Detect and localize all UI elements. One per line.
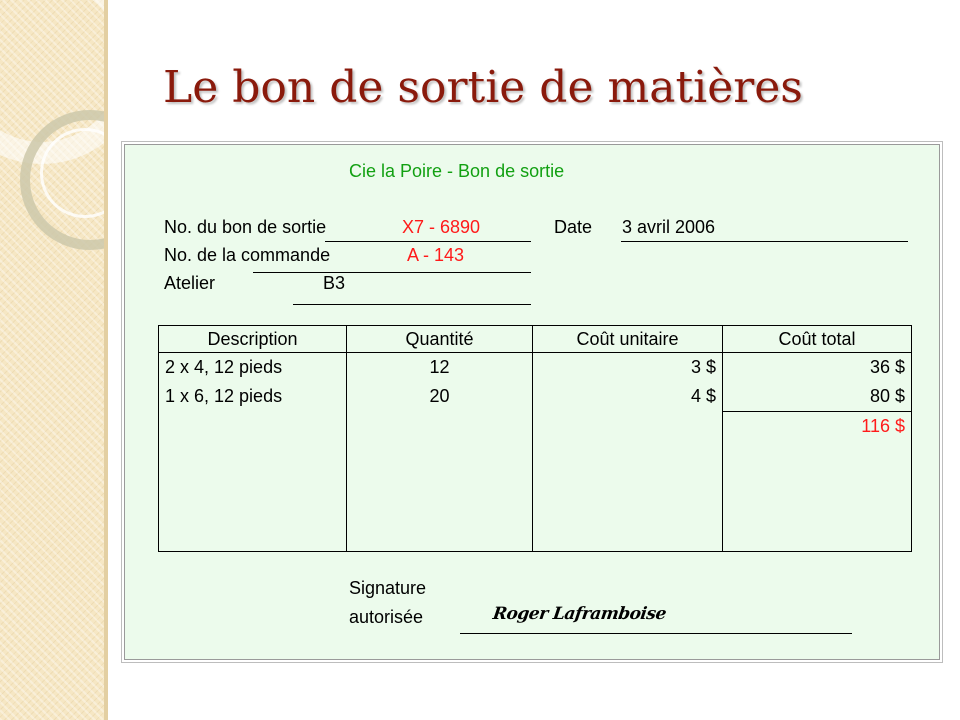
column-header-cout-total: Coût total bbox=[722, 325, 912, 353]
cell-cout-unitaire: 4 $ bbox=[532, 382, 723, 412]
atelier-underline bbox=[293, 304, 531, 305]
signature-underline bbox=[460, 633, 852, 634]
table-row: 2 x 4, 12 pieds 12 3 $ 36 $ bbox=[158, 352, 912, 382]
bon-number-label: No. du bon de sortie bbox=[164, 217, 327, 237]
slide-title: Le bon de sortie de matières bbox=[163, 62, 803, 113]
cell-cout-total: 36 $ bbox=[722, 352, 912, 382]
bon-number-value: X7 - 6890 bbox=[402, 217, 481, 237]
cell-total-sum: 116 $ bbox=[722, 411, 912, 441]
signature-label-line-1: Signature bbox=[349, 578, 427, 598]
cell-cout-total: 80 $ bbox=[722, 382, 912, 412]
date-value: 3 avril 2006 bbox=[622, 217, 716, 237]
atelier-value: B3 bbox=[323, 273, 346, 293]
form-heading: Cie la Poire - Bon de sortie bbox=[349, 161, 565, 181]
table-row-empty bbox=[158, 441, 912, 552]
cell-description: 2 x 4, 12 pieds bbox=[158, 352, 347, 382]
requisition-form: Cie la Poire - Bon de sortie No. du bon … bbox=[124, 144, 940, 660]
table-row: 116 $ bbox=[158, 411, 912, 441]
table-header-row: Description Quantité Coût unitaire Coût … bbox=[158, 325, 912, 353]
date-underline bbox=[621, 241, 908, 242]
table-row: 1 x 6, 12 pieds 20 4 $ 80 $ bbox=[158, 382, 912, 412]
cell-quantite: 12 bbox=[346, 352, 533, 382]
signature-label-line-2: autorisée bbox=[349, 607, 424, 627]
column-header-description: Description bbox=[158, 325, 347, 353]
items-table: Description Quantité Coût unitaire Coût … bbox=[158, 325, 912, 552]
commande-label: No. de la commande bbox=[164, 245, 331, 265]
commande-value: A - 143 bbox=[407, 245, 465, 265]
column-header-quantite: Quantité bbox=[346, 325, 533, 353]
atelier-label: Atelier bbox=[164, 273, 216, 293]
cell-cout-unitaire: 3 $ bbox=[532, 352, 723, 382]
bon-number-underline bbox=[325, 241, 531, 242]
handwritten-signature: Roger Laframboise bbox=[491, 604, 668, 624]
decorative-side-strip bbox=[0, 0, 104, 720]
cell-quantite: 20 bbox=[346, 382, 533, 412]
date-label: Date bbox=[554, 217, 593, 237]
column-header-cout-unitaire: Coût unitaire bbox=[532, 325, 723, 353]
strip-edge bbox=[104, 0, 108, 720]
commande-underline bbox=[253, 272, 531, 273]
cell-description: 1 x 6, 12 pieds bbox=[158, 382, 347, 412]
